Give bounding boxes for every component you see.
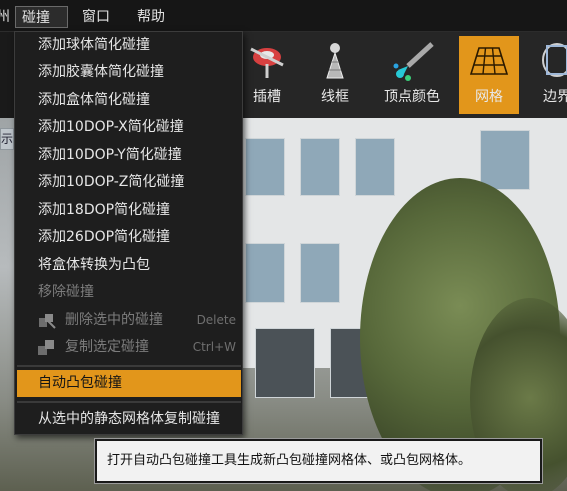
shortcut-ctrl-w: Ctrl+W	[192, 340, 236, 354]
window	[255, 328, 315, 398]
window	[245, 243, 285, 303]
tool-wireframe-label: 线框	[321, 89, 349, 105]
collision-menu: 添加球体简化碰撞 添加胶囊体简化碰撞 添加盒体简化碰撞 添加10DOP-X简化碰…	[14, 31, 243, 435]
menu-item-add-10dop-y[interactable]: 添加10DOP-Y简化碰撞	[15, 142, 242, 169]
menu-item-partial[interactable]: 州	[0, 6, 16, 28]
viewport-toolbar: 插槽 线框 顶点颜色 网格 边界	[240, 32, 567, 118]
menu-help[interactable]: 帮助	[131, 6, 171, 28]
wireframe-icon	[326, 43, 344, 79]
menu-item-auto-convex-collision[interactable]: 自动凸包碰撞	[17, 370, 241, 397]
tool-vertex-color[interactable]: 顶点颜色	[382, 36, 442, 114]
menu-item-add-sphere[interactable]: 添加球体简化碰撞	[15, 32, 242, 59]
menu-item-delete-selected-collision[interactable]: 删除选中的碰撞 Delete	[15, 307, 242, 334]
tool-socket-label: 插槽	[253, 89, 281, 105]
menu-item-add-10dop-z[interactable]: 添加10DOP-Z简化碰撞	[15, 169, 242, 196]
window	[300, 138, 340, 196]
menu-separator	[17, 365, 241, 367]
menu-item-remove-collision[interactable]: 移除碰撞	[15, 279, 242, 306]
menubar: 州 碰撞 窗口 帮助	[0, 0, 567, 32]
menu-item-copy-collision-from-selected[interactable]: 从选中的静态网格体复制碰撞	[15, 406, 242, 433]
menu-collision[interactable]: 碰撞	[15, 6, 68, 28]
window	[300, 243, 340, 303]
tool-grid[interactable]: 网格	[459, 36, 519, 114]
menu-item-box-to-convex[interactable]: 将盒体转换为凸包	[15, 252, 242, 279]
tool-vertex-color-label: 顶点颜色	[384, 89, 440, 105]
menu-separator	[17, 401, 241, 403]
menu-item-delete-selected-collision-label: 删除选中的碰撞	[65, 312, 163, 328]
window	[355, 138, 395, 196]
tool-grid-label: 网格	[475, 89, 503, 105]
delete-collision-icon	[39, 314, 56, 329]
window	[245, 138, 285, 196]
grid-icon	[469, 47, 509, 75]
vertex-color-icon	[393, 42, 434, 81]
tool-wireframe[interactable]: 线框	[305, 36, 365, 114]
socket-icon	[250, 47, 284, 78]
duplicate-collision-icon	[38, 340, 54, 355]
tooltip: 打开自动凸包碰撞工具生成新凸包碰撞网格体、或凸包网格体。	[95, 439, 542, 483]
shortcut-delete: Delete	[196, 313, 236, 327]
window	[480, 130, 530, 190]
menu-item-add-capsule[interactable]: 添加胶囊体简化碰撞	[15, 59, 242, 86]
menu-item-duplicate-selected-collision-label: 复制选定碰撞	[65, 339, 149, 355]
menu-item-add-10dop-x[interactable]: 添加10DOP-X简化碰撞	[15, 114, 242, 141]
viewport-tab[interactable]: 示	[0, 128, 14, 150]
menu-item-add-18dop[interactable]: 添加18DOP简化碰撞	[15, 197, 242, 224]
tool-socket[interactable]: 插槽	[237, 36, 297, 114]
menu-item-add-box[interactable]: 添加盒体简化碰撞	[15, 87, 242, 114]
tool-bounds-label: 边界	[543, 89, 567, 105]
bounds-icon	[542, 43, 567, 77]
menu-window[interactable]: 窗口	[76, 6, 116, 28]
menu-item-add-26dop[interactable]: 添加26DOP简化碰撞	[15, 224, 242, 251]
menu-item-duplicate-selected-collision[interactable]: 复制选定碰撞 Ctrl+W	[15, 334, 242, 361]
tool-bounds[interactable]: 边界	[527, 36, 567, 114]
